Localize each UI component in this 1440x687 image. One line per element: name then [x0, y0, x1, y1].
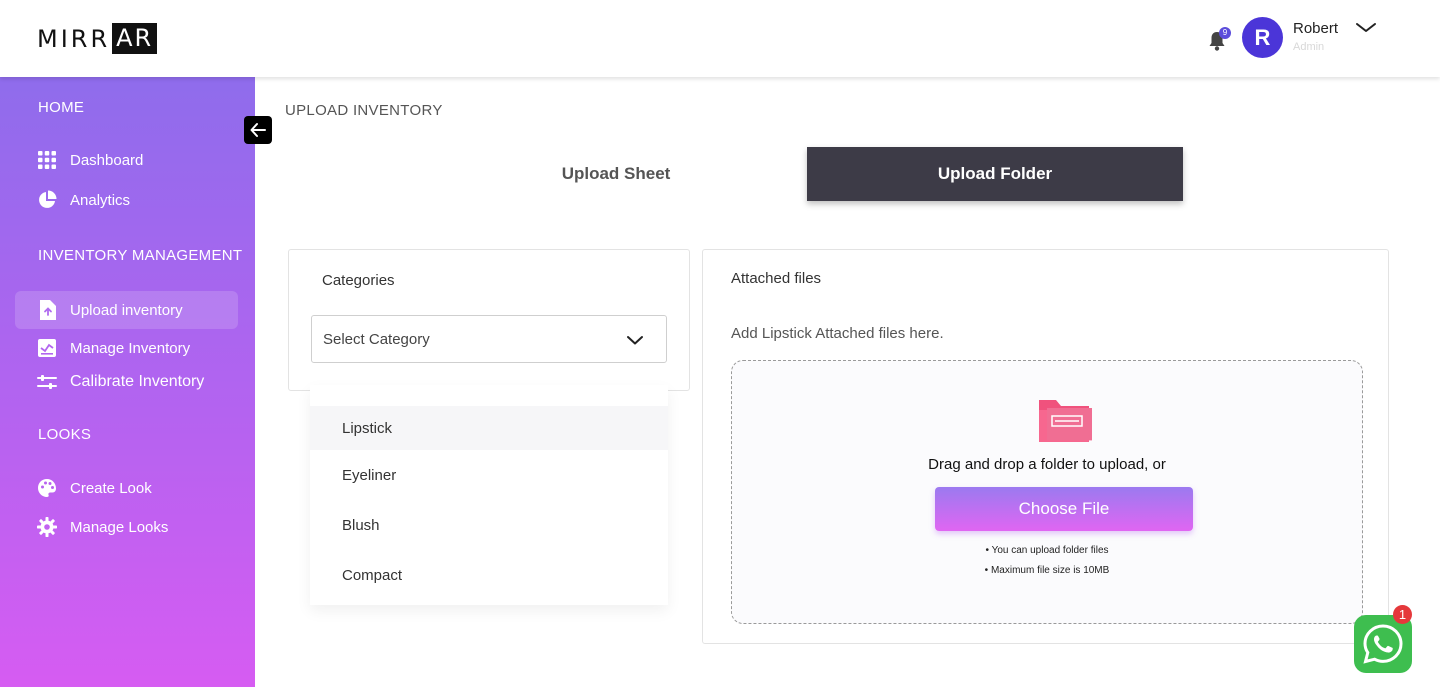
category-option-eyeliner[interactable]: Eyeliner: [310, 453, 668, 497]
attached-files-title: Attached files: [731, 270, 822, 287]
sidebar-item-label: Create Look: [70, 479, 152, 497]
category-option-lipstick[interactable]: Lipstick: [310, 406, 668, 450]
avatar[interactable]: R: [1242, 17, 1283, 58]
sidebar-item-analytics[interactable]: Analytics: [15, 181, 238, 219]
chevron-down-icon: [627, 336, 643, 345]
tab-upload-folder[interactable]: Upload Folder: [807, 147, 1183, 201]
category-dropdown: Lipstick Eyeliner Blush Compact: [310, 385, 668, 605]
category-option-blush[interactable]: Blush: [310, 503, 668, 547]
mirrar-logo[interactable]: MIRR AR: [37, 23, 158, 54]
sidebar-item-calibrate-inventory[interactable]: Calibrate Inventory: [15, 363, 238, 401]
attached-files-subtitle: Add Lipstick Attached files here.: [731, 325, 944, 342]
chevron-down-icon[interactable]: [1355, 21, 1377, 35]
user-name: Robert: [1293, 20, 1339, 37]
sidebar-item-manage-looks[interactable]: Manage Looks: [15, 508, 238, 546]
category-select-value: Select Category: [323, 330, 430, 348]
category-option-compact[interactable]: Compact: [310, 553, 668, 597]
grid-icon: [37, 150, 57, 170]
palette-icon: [37, 478, 57, 498]
drag-drop-text: Drag and drop a folder to upload, or: [928, 456, 1166, 473]
categories-label: Categories: [322, 272, 395, 289]
collapse-sidebar-button[interactable]: [244, 116, 272, 144]
sidebar-section-inventory: INVENTORY MANAGEMENT: [38, 247, 243, 264]
sidebar-section-home: HOME: [38, 99, 85, 116]
sidebar-item-label: Manage Inventory: [70, 339, 191, 357]
sidebar-item-label: Manage Looks: [70, 518, 169, 536]
upload-note: • Maximum file size is 10MB: [984, 565, 1110, 576]
category-select[interactable]: Select Category: [311, 315, 667, 363]
sidebar-item-manage-inventory[interactable]: Manage Inventory: [15, 329, 238, 367]
arrow-left-icon: [250, 123, 266, 137]
sidebar-item-upload-inventory[interactable]: Upload inventory: [15, 291, 238, 329]
sidebar-item-dashboard[interactable]: Dashboard: [15, 141, 238, 179]
whatsapp-icon: [1363, 624, 1403, 664]
sidebar-item-label: Calibrate Inventory: [70, 373, 205, 390]
sidebar-item-create-look[interactable]: Create Look: [15, 469, 238, 507]
gear-icon: [37, 517, 57, 537]
notification-badge: 9: [1219, 27, 1231, 39]
page-title: UPLOAD INVENTORY: [285, 102, 443, 119]
chart-box-icon: [37, 338, 57, 358]
sidebar-item-label: Upload inventory: [70, 301, 183, 319]
sliders-icon: [37, 372, 57, 392]
logo-text-prefix: MIRR: [37, 24, 111, 53]
choose-file-button[interactable]: Choose File: [935, 487, 1193, 531]
whatsapp-badge: 1: [1393, 605, 1412, 624]
tab-upload-sheet[interactable]: Upload Sheet: [428, 147, 804, 201]
upload-file-icon: [37, 300, 57, 320]
sidebar-item-label: Analytics: [70, 191, 131, 209]
folder-icon: [1039, 400, 1092, 442]
logo-text-box: AR: [112, 23, 158, 54]
sidebar-section-looks: LOOKS: [38, 426, 92, 443]
pie-chart-icon: [37, 190, 57, 210]
top-header: MIRR AR 9 R Robert Admin: [0, 0, 1440, 77]
upload-note: • You can upload folder files: [985, 545, 1109, 556]
user-role: Admin: [1293, 41, 1325, 53]
sidebar-item-label: Dashboard: [70, 151, 144, 169]
